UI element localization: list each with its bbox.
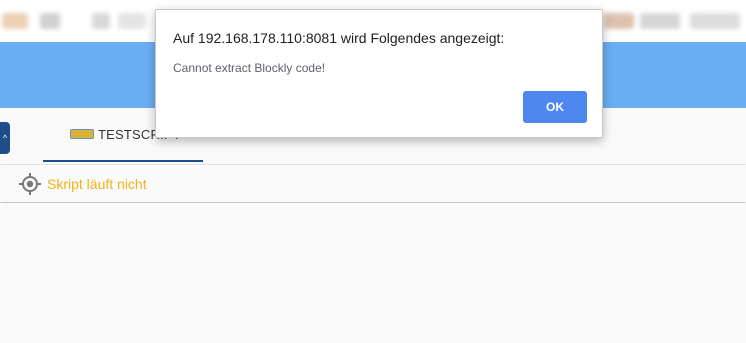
chevron-up-icon: ^ <box>2 133 8 143</box>
page: ^ TESTSCRIPT × Skript läuft nicht Auf 19… <box>0 0 746 343</box>
bookmark-item-blurred[interactable] <box>2 13 28 29</box>
dialog-message: Cannot extract Blockly code! <box>173 61 326 75</box>
blockly-icon <box>70 129 94 139</box>
alert-dialog: Auf 192.168.178.110:8081 wird Folgendes … <box>155 9 603 138</box>
blockly-workspace[interactable] <box>0 203 746 343</box>
dialog-title: Auf 192.168.178.110:8081 wird Folgendes … <box>173 30 505 46</box>
crosshair-icon[interactable] <box>19 172 41 195</box>
status-toolbar: Skript läuft nicht <box>0 165 746 202</box>
script-status-text: Skript läuft nicht <box>47 175 147 192</box>
sidebar-toggle-button[interactable]: ^ <box>0 122 10 154</box>
bookmark-item-blurred[interactable] <box>690 13 740 29</box>
bookmark-item-blurred[interactable] <box>118 13 146 29</box>
ok-button[interactable]: OK <box>523 91 587 123</box>
bookmark-item-blurred[interactable] <box>92 13 110 29</box>
bookmark-item-blurred[interactable] <box>40 13 60 29</box>
bookmark-item-blurred[interactable] <box>640 13 680 29</box>
bookmark-item-blurred[interactable] <box>604 13 634 29</box>
